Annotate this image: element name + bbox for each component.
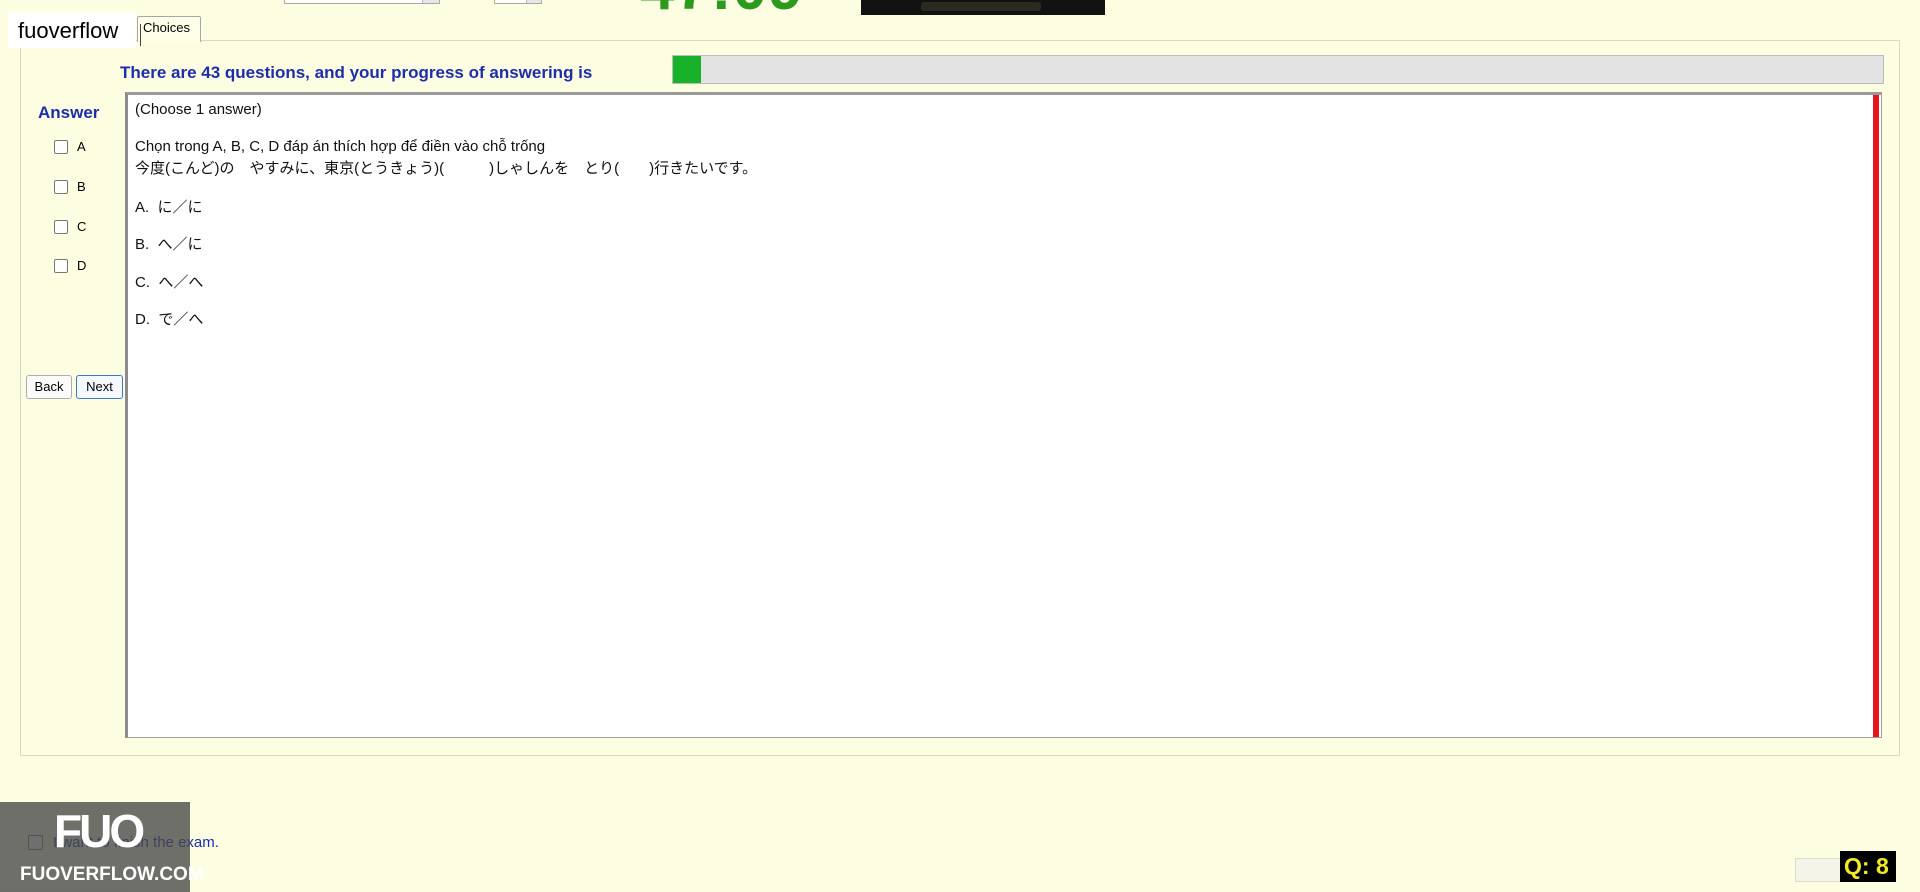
answer-option-b[interactable]: B: [54, 179, 86, 194]
question-counter: Q: 8: [1840, 851, 1896, 882]
checkbox[interactable]: [54, 219, 68, 234]
status-field: [1795, 858, 1843, 882]
chevron-down-icon[interactable]: [526, 0, 541, 3]
question-sentence: 今度(こんど)の やすみに、東京(とうきょう)( )しゃしんを とり( )行きた…: [135, 160, 758, 177]
answer-option-d[interactable]: D: [54, 258, 86, 273]
progress-text: There are 43 questions, and your progres…: [120, 63, 593, 82]
progress-bar-fill: [673, 56, 702, 83]
webcam-preview: [861, 0, 1105, 15]
tab-choices[interactable]: Choices: [137, 16, 201, 42]
next-button[interactable]: Next: [76, 375, 123, 399]
checkbox[interactable]: [54, 179, 68, 194]
brand-label: fuoverflow: [8, 12, 136, 48]
question-choice-c: C. へ／へ: [135, 274, 204, 291]
back-button[interactable]: Back: [26, 375, 72, 399]
exam-code-field[interactable]: [284, 0, 440, 4]
answer-option-label: B: [77, 179, 86, 194]
fuo-logo: FUO: [54, 805, 145, 857]
checkbox[interactable]: [54, 258, 68, 273]
question-scroll-marker: [1873, 95, 1879, 737]
text-caret: [140, 24, 141, 46]
question-choice-d: D. で／へ: [135, 311, 204, 328]
answer-option-label: D: [77, 258, 87, 273]
answer-title: Answer: [38, 103, 100, 122]
countdown-timer: 47:09: [640, 0, 804, 20]
answer-option-label: A: [77, 139, 86, 154]
answer-option-c[interactable]: C: [54, 219, 86, 234]
question-choice-a: A. に／に: [135, 199, 203, 216]
question-instruction: (Choose 1 answer): [135, 101, 262, 118]
answer-option-a[interactable]: A: [54, 139, 86, 154]
answer-option-label: C: [77, 219, 87, 234]
progress-bar: [672, 55, 1884, 84]
checkbox[interactable]: [54, 139, 68, 154]
question-choice-b: B. へ／に: [135, 236, 203, 253]
font-size-field[interactable]: [494, 0, 542, 4]
question-prompt: Chọn trong A, B, C, D đáp án thích hợp đ…: [135, 138, 546, 155]
watermark-site-text: FUOVERFLOW.COM: [20, 864, 204, 885]
question-content-box[interactable]: [125, 92, 1882, 738]
chevron-down-icon[interactable]: [422, 0, 439, 3]
site-watermark: FUO FUOVERFLOW.COM: [0, 802, 204, 892]
